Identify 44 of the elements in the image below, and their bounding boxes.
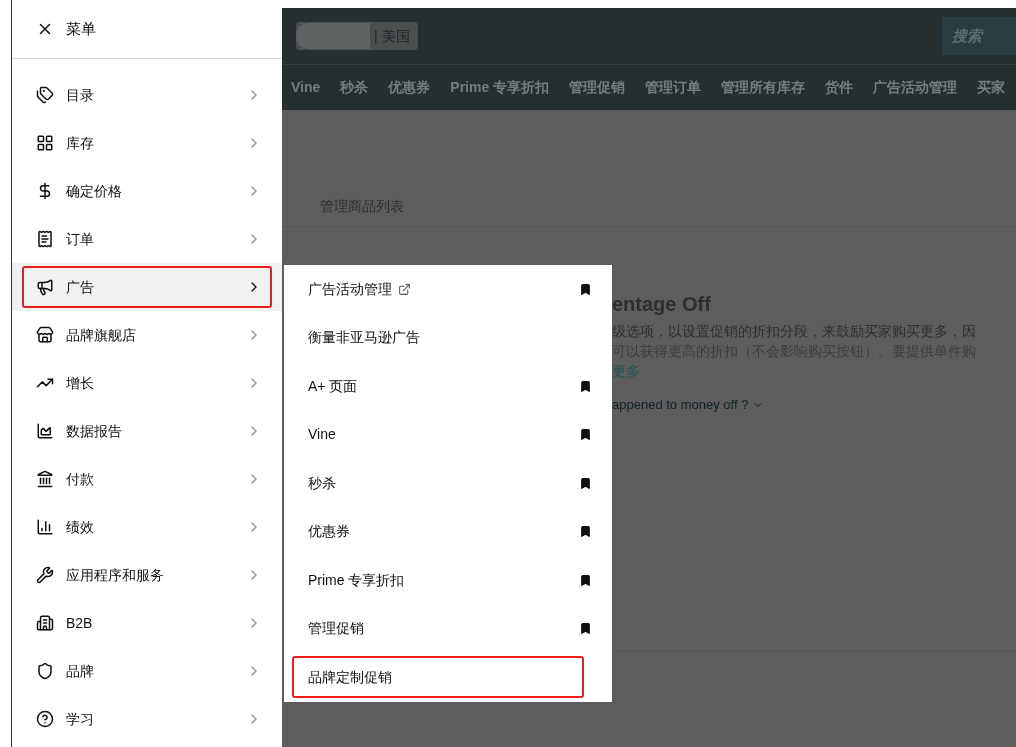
help-icon: [36, 710, 54, 728]
bookmark-icon[interactable]: [579, 379, 592, 393]
menu-item[interactable]: 应用程序和服务: [12, 551, 282, 599]
menu-item[interactable]: 订单: [12, 215, 282, 263]
menu-item[interactable]: 学习: [12, 695, 282, 743]
menu-title: 菜单: [66, 18, 96, 39]
grid-icon: [36, 134, 54, 152]
megaphone-icon: [36, 278, 54, 296]
menu-item[interactable]: 数据报告: [12, 407, 282, 455]
menu-item[interactable]: 目录: [12, 71, 282, 119]
menu-item[interactable]: 品牌旗舰店: [12, 311, 282, 359]
bookmark-icon[interactable]: [579, 282, 592, 296]
shield-icon: [36, 662, 54, 680]
bookmark-icon[interactable]: [579, 573, 592, 587]
submenu-item[interactable]: A+ 页面: [292, 365, 604, 408]
submenu-item[interactable]: Prime 专享折扣: [292, 559, 604, 602]
wrench-icon: [36, 566, 54, 584]
external-link-icon: [398, 282, 411, 296]
submenu-item[interactable]: 衡量非亚马逊广告: [292, 316, 604, 359]
submenu-item[interactable]: 广告活动管理: [292, 268, 604, 311]
bookmark-icon[interactable]: [579, 525, 592, 539]
menu-item[interactable]: 增长: [12, 359, 282, 407]
store-icon: [36, 326, 54, 344]
menu-item[interactable]: 付款: [12, 455, 282, 503]
receipt-icon: [36, 230, 54, 248]
submenu-item[interactable]: 品牌定制促销: [292, 656, 584, 699]
menu-item[interactable]: 品牌: [12, 647, 282, 695]
menu-item[interactable]: B2B: [12, 599, 282, 647]
bar-chart-icon: [36, 518, 54, 536]
submenu-item[interactable]: 管理促销: [292, 607, 604, 650]
menu-item[interactable]: 广告: [12, 263, 282, 311]
building-icon: [36, 614, 54, 632]
bank-icon: [36, 470, 54, 488]
submenu-item[interactable]: Vine: [292, 413, 604, 456]
submenu-item[interactable]: 优惠券: [292, 510, 604, 553]
area-chart-icon: [36, 422, 54, 440]
bookmark-icon[interactable]: [579, 476, 592, 490]
menu-item[interactable]: 绩效: [12, 503, 282, 551]
bookmark-icon[interactable]: [579, 622, 592, 636]
bookmark-icon[interactable]: [579, 428, 592, 442]
menu-item[interactable]: 库存: [12, 119, 282, 167]
tags-icon: [36, 86, 54, 104]
submenu-item[interactable]: 秒杀: [292, 462, 604, 505]
menu-item[interactable]: 确定价格: [12, 167, 282, 215]
